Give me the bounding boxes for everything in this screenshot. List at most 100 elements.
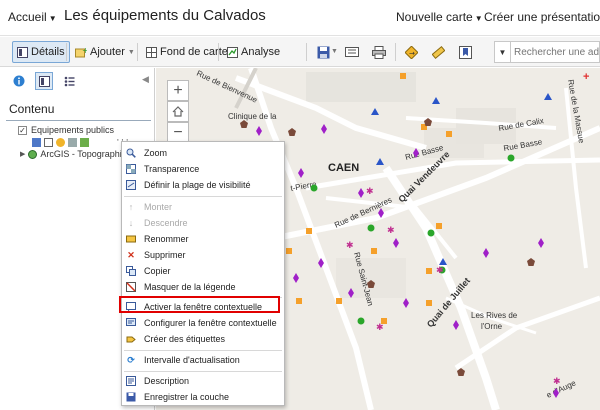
arrow-up-icon: ↑ [128, 202, 134, 212]
arrow-down-icon: ↓ [128, 218, 134, 228]
marker-square[interactable] [286, 248, 292, 254]
marker-circle[interactable] [357, 317, 365, 325]
expand-icon[interactable]: ▶ [20, 150, 25, 158]
menu-item-zoom[interactable]: Zoom [122, 145, 284, 161]
caret-down-icon: ▼ [498, 47, 507, 57]
toolbar-divider [306, 43, 307, 61]
add-label: Ajouter [90, 46, 125, 58]
menu-divider [124, 196, 282, 197]
transparency-icon [126, 164, 136, 174]
menu-item-copy[interactable]: Copier [122, 263, 284, 279]
add-layer-icon: + [75, 47, 87, 57]
marker-circle[interactable] [310, 184, 318, 192]
legend-icon [64, 76, 74, 86]
menu-item-label: Copier [144, 266, 171, 276]
details-button[interactable]: Détails [12, 41, 70, 63]
marker-circle[interactable] [507, 154, 515, 162]
layer-item: ▶ ArcGIS - Topographic [20, 149, 126, 159]
menu-item-refresh-interval[interactable]: ⟳ Intervalle d'actualisation [122, 352, 284, 368]
zoom-out-button[interactable]: − [167, 122, 189, 143]
search-input[interactable] [511, 46, 599, 58]
menu-item-visibility-range[interactable]: Définir la plage de visibilité [122, 177, 284, 193]
collapse-panel-icon[interactable]: ◀ [142, 74, 149, 85]
layer-item: ✓ Equipements publics [18, 125, 114, 135]
menu-item-transparency[interactable]: Transparence [122, 161, 284, 177]
menu-item-delete[interactable]: ✕ Supprimer [122, 247, 284, 263]
layer-context-menu: Zoom Transparence Définir la plage de vi… [121, 141, 285, 406]
analysis-label: Analyse [241, 46, 281, 58]
contents-title: Contenu [9, 102, 55, 116]
analysis-button[interactable]: Analyse [223, 41, 284, 63]
marker-square[interactable] [296, 298, 302, 304]
tab-legend[interactable] [60, 72, 78, 90]
home-menu[interactable]: Accueil ▼ [8, 10, 57, 24]
menu-item-label: Transparence [144, 164, 200, 174]
tab-contents[interactable] [35, 72, 53, 90]
directions-icon: → [404, 45, 418, 59]
save-layer-icon [126, 392, 136, 402]
save-button[interactable] [315, 44, 331, 60]
zoom-in-button[interactable]: + [167, 80, 189, 101]
bookmarks-button[interactable] [457, 44, 473, 60]
marker-square[interactable] [336, 298, 342, 304]
menu-item-description[interactable]: Description [122, 373, 284, 389]
home-extent-button[interactable] [167, 101, 189, 122]
marker-square[interactable] [371, 248, 377, 254]
share-icon [345, 47, 359, 57]
marker-cross[interactable]: + [583, 71, 589, 83]
add-button[interactable]: + Ajouter ▼ [71, 41, 139, 63]
home-icon [172, 106, 184, 117]
directions-button[interactable]: → [403, 44, 419, 60]
new-map-menu[interactable]: Nouvelle carte ▼ [396, 10, 483, 24]
tab-about[interactable] [10, 72, 28, 90]
legend-toggle-icon[interactable] [32, 138, 41, 147]
table-icon[interactable] [44, 138, 53, 147]
menu-item-hide-legend[interactable]: Masquer de la légende [122, 279, 284, 295]
measure-button[interactable] [430, 44, 446, 60]
marker-square[interactable] [400, 73, 406, 79]
magnifier-icon [126, 148, 136, 158]
hide-legend-icon [126, 282, 136, 292]
caret-down-icon[interactable]: ▼ [331, 48, 338, 55]
zoom-controls: + − [167, 80, 189, 143]
layer-visibility-checkbox[interactable]: ✓ [18, 125, 27, 135]
new-map-label: Nouvelle carte [396, 10, 473, 24]
marker-square[interactable] [426, 300, 432, 306]
share-button[interactable] [344, 44, 360, 60]
page-title: Les équipements du Calvados [64, 7, 266, 24]
analysis-layer-icon[interactable] [80, 138, 89, 147]
map-label-rives-orne-2: l'Orne [481, 322, 503, 331]
menu-item-create-labels[interactable]: Créer des étiquettes [122, 331, 284, 347]
menu-item-configure-popup[interactable]: Configurer la fenêtre contextuelle [122, 315, 284, 331]
menu-item-label: Configurer la fenêtre contextuelle [144, 318, 277, 328]
map-label-rives-orne-1: Les Rives de [471, 311, 518, 320]
marker-star[interactable]: ✱ [436, 265, 444, 275]
marker-star[interactable]: ✱ [346, 240, 354, 250]
marker-circle[interactable] [427, 229, 435, 237]
map-label-clinique: Clinique de la [228, 112, 277, 121]
menu-item-label: Descendre [144, 218, 188, 228]
marker-square[interactable] [446, 131, 452, 137]
marker-square[interactable] [426, 268, 432, 274]
menu-item-save-layer[interactable]: Enregistrer la couche [122, 389, 284, 405]
marker-star[interactable]: ✱ [553, 376, 561, 386]
create-presentation-link[interactable]: Créer une présentation [484, 10, 600, 24]
marker-star[interactable]: ✱ [366, 186, 374, 196]
toolbar-divider [66, 43, 67, 61]
search-source-dropdown[interactable]: ▼ [495, 42, 511, 62]
marker-square[interactable] [436, 223, 442, 229]
marker-circle[interactable] [367, 224, 375, 232]
layer-action-icons [32, 138, 89, 147]
layer-name[interactable]: ArcGIS - Topographic [40, 149, 126, 159]
style-icon[interactable] [56, 138, 65, 147]
menu-item-label: Description [144, 376, 190, 386]
marker-square[interactable] [306, 228, 312, 234]
menu-item-label: Zoom [144, 148, 168, 158]
print-button[interactable] [371, 44, 387, 60]
marker-star[interactable]: ✱ [387, 225, 395, 235]
layer-name[interactable]: Equipements publics [31, 125, 114, 135]
menu-item-rename[interactable]: Renommer [122, 231, 284, 247]
filter-icon[interactable] [68, 138, 77, 147]
panel-tabs: ◀ [0, 68, 155, 94]
marker-star[interactable]: ✱ [376, 322, 384, 332]
